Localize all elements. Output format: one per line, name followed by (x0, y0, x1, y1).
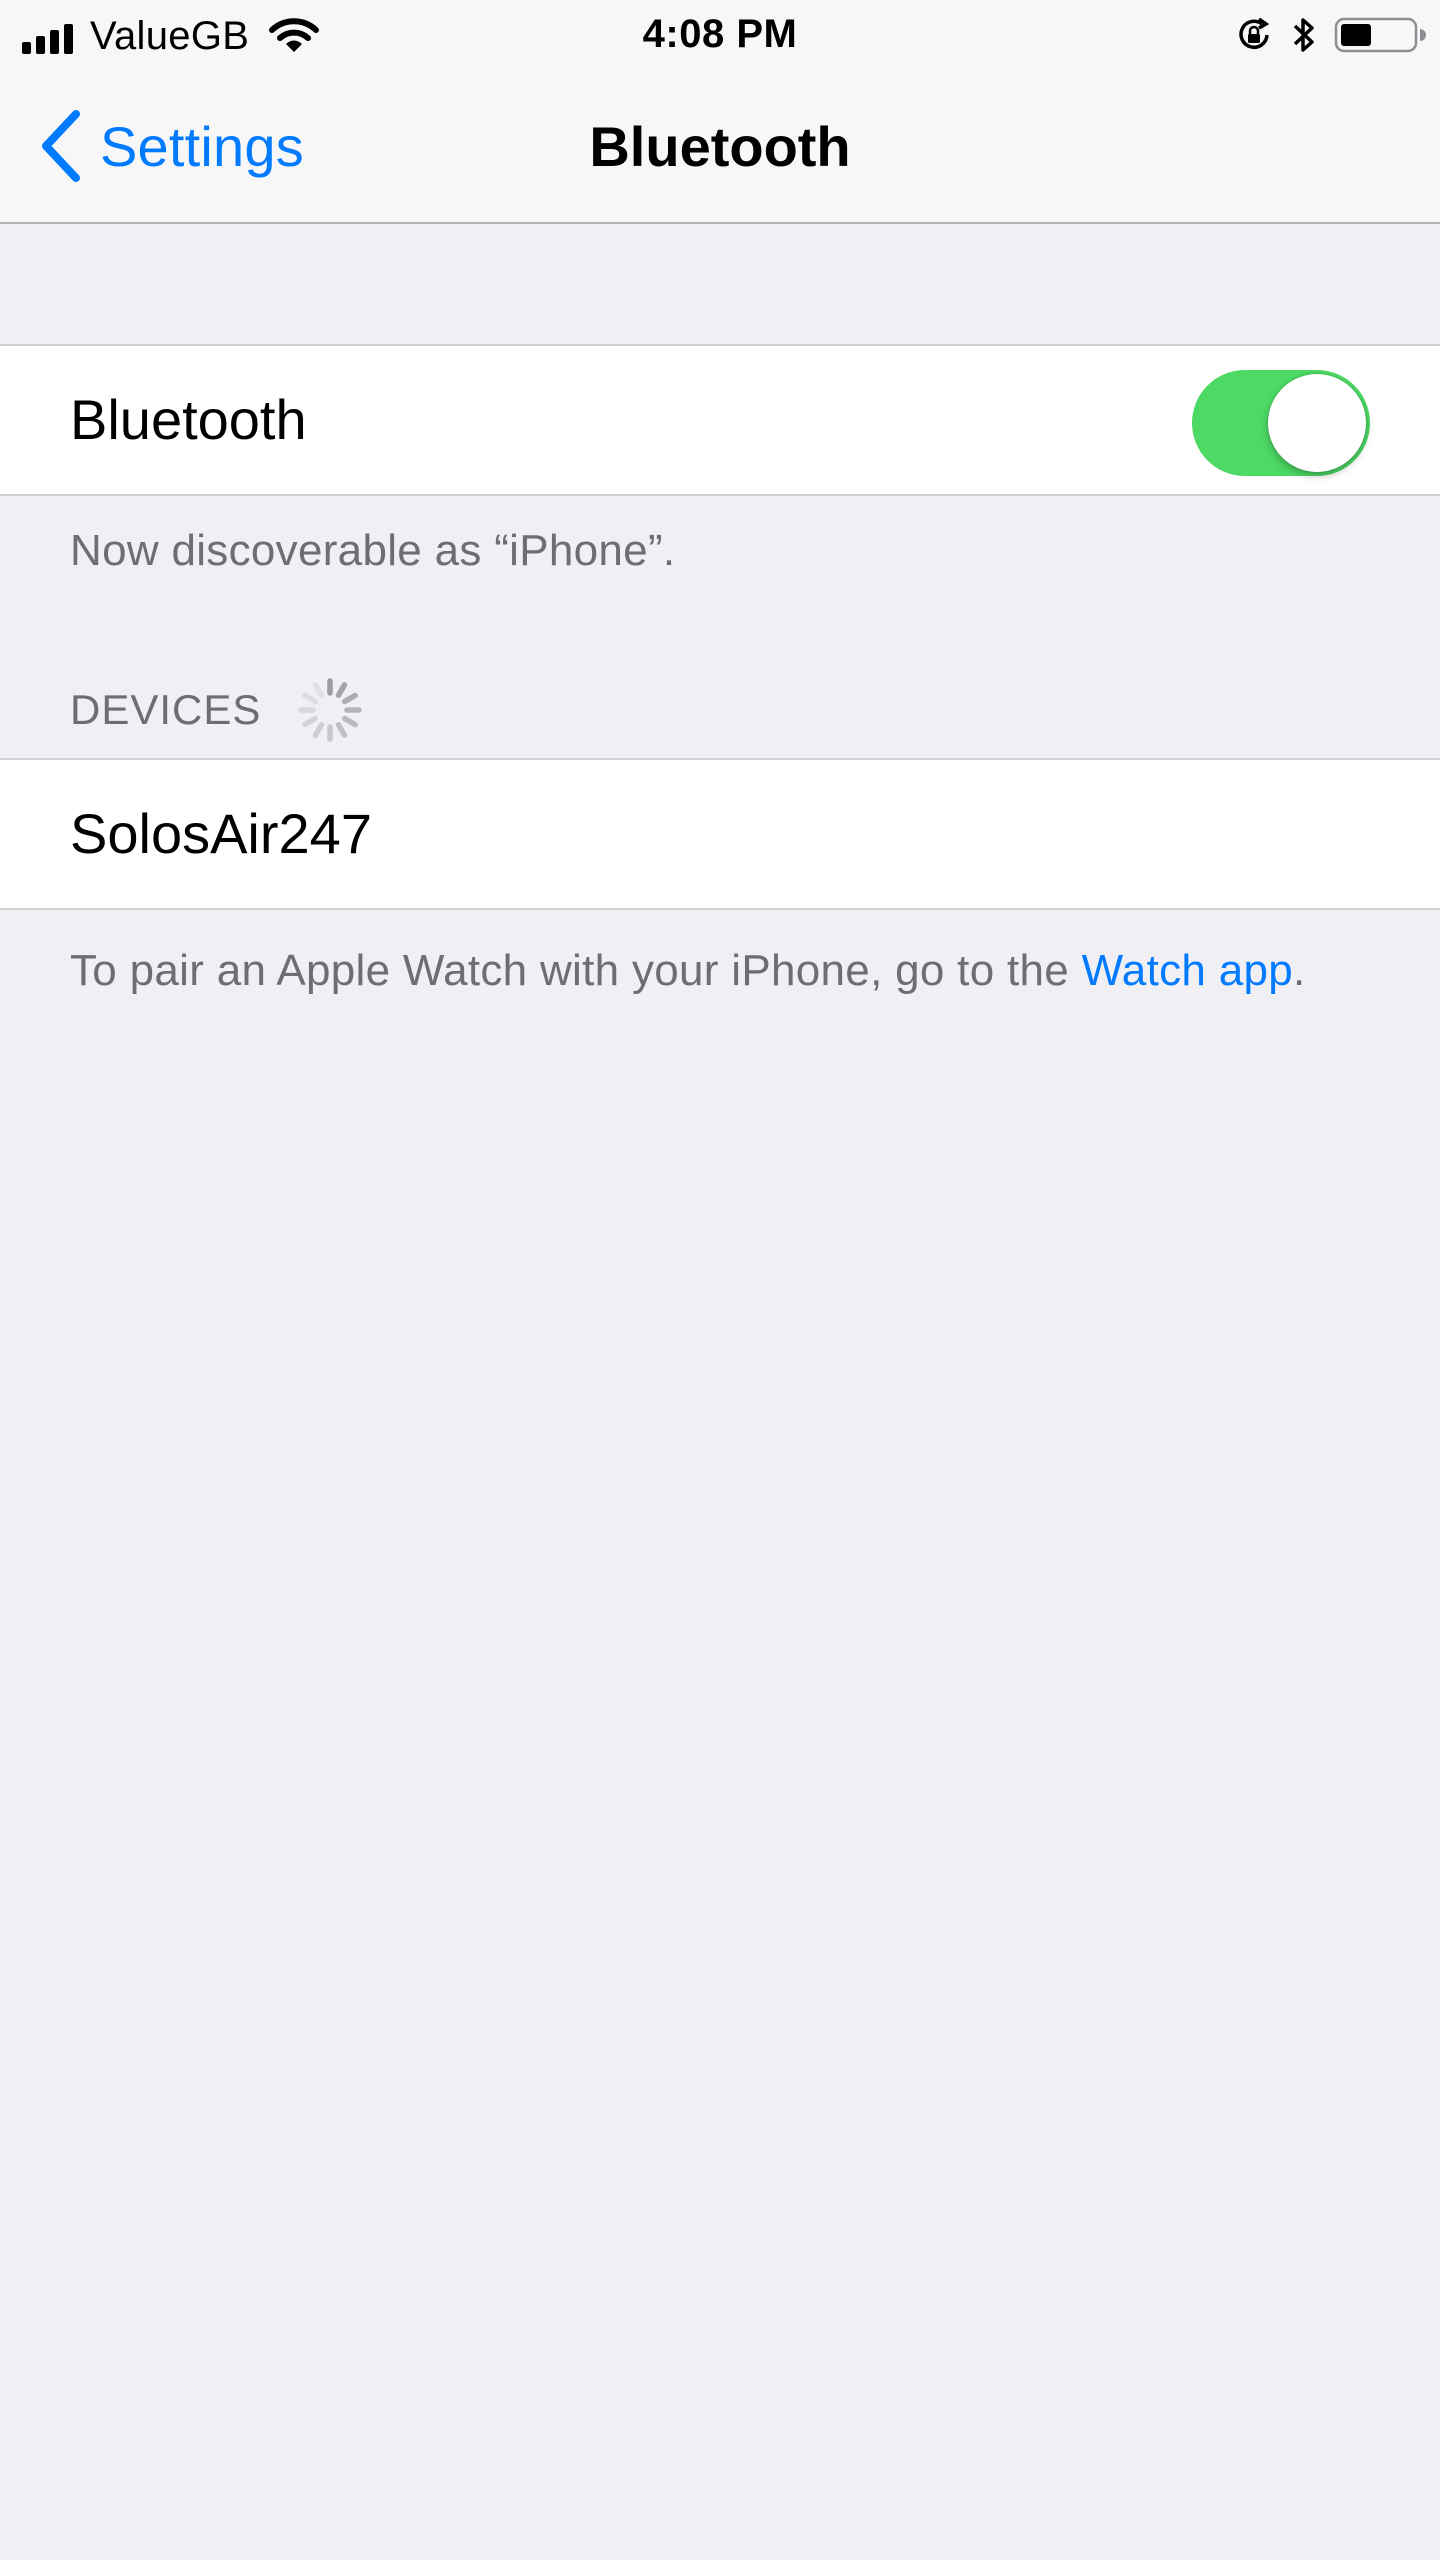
bluetooth-cell: Bluetooth (0, 344, 1440, 496)
bluetooth-toggle[interactable] (1192, 370, 1370, 476)
device-cell[interactable]: SolosAir247 (0, 758, 1440, 910)
status-bar: ValueGB 4:08 PM (0, 0, 1440, 70)
devices-section-header: DEVICES (70, 678, 365, 742)
footer-suffix: . (1293, 946, 1306, 995)
watch-pairing-footer: To pair an Apple Watch with your iPhone,… (70, 946, 1306, 996)
footer-text: To pair an Apple Watch with your iPhone,… (70, 946, 1082, 995)
bluetooth-icon (1293, 18, 1314, 52)
orientation-lock-icon (1239, 17, 1270, 49)
device-name: SolosAir247 (70, 802, 372, 865)
bluetooth-label: Bluetooth (70, 388, 307, 451)
navigation-bar: Settings Bluetooth (0, 70, 1440, 224)
watch-app-link[interactable]: Watch app (1082, 946, 1293, 995)
discoverable-text: Now discoverable as “iPhone”. (70, 526, 676, 575)
toggle-knob (1268, 374, 1366, 472)
devices-header-label: DEVICES (70, 686, 262, 733)
status-time: 4:08 PM (642, 12, 798, 56)
status-right (1234, 12, 1426, 58)
loading-spinner-icon (298, 678, 363, 742)
page-title: Bluetooth (589, 115, 851, 178)
battery-icon (1334, 17, 1426, 53)
